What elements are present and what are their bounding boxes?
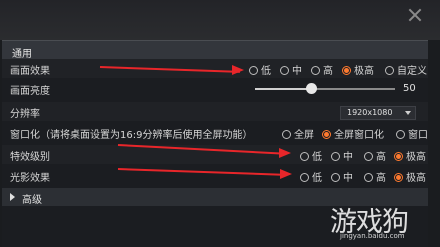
radio-icon	[282, 130, 291, 139]
radio-icon	[300, 152, 309, 161]
resolution-label: 分辨率	[10, 109, 40, 120]
light-shadow-option-high[interactable]: 高	[364, 169, 386, 184]
light-shadow-option-ultra[interactable]: 极高	[394, 169, 426, 184]
picture-effect-label: 画面效果	[10, 66, 50, 77]
annotation-arrowhead-icon	[280, 169, 292, 179]
annotation-arrowhead-icon	[232, 65, 244, 75]
picture-effect-option-high[interactable]: 高	[311, 62, 333, 77]
resolution-dropdown[interactable]: 1920x1080	[340, 106, 416, 120]
light-shadow-option-mid[interactable]: 中	[331, 169, 353, 184]
title-bar	[0, 0, 440, 40]
radio-icon	[396, 130, 405, 139]
row-windowed: 窗口化（请将桌面设置为16:9分辨率后使用全屏功能） 全屏 全屏窗口化 窗口	[2, 123, 428, 142]
row-effect-level: 特效级别 低 中 高 极高	[2, 145, 428, 164]
chevron-down-icon	[405, 111, 411, 115]
light-shadow-label: 光影效果	[10, 173, 50, 184]
radio-icon	[311, 66, 320, 75]
row-light-shadow: 光影效果 低 中 高 极高	[2, 166, 428, 185]
picture-effect-option-low[interactable]: 低	[249, 62, 271, 77]
effect-level-option-high[interactable]: 高	[364, 148, 386, 163]
radio-icon	[364, 173, 373, 182]
section-header-label: 通用	[12, 49, 32, 60]
radio-selected-icon	[394, 152, 403, 161]
effect-level-option-mid[interactable]: 中	[331, 148, 353, 163]
radio-icon	[331, 152, 340, 161]
effect-level-option-ultra[interactable]: 极高	[394, 148, 426, 163]
brightness-label: 画面亮度	[10, 86, 50, 97]
radio-icon	[249, 66, 258, 75]
row-picture-effect: 画面效果 低 中 高 极高 自定义	[2, 59, 428, 78]
windowed-option-borderless[interactable]: 全屏窗口化	[322, 126, 384, 141]
picture-effect-option-mid[interactable]: 中	[280, 62, 302, 77]
windowed-option-window[interactable]: 窗口	[396, 126, 428, 141]
radio-selected-icon	[394, 173, 403, 182]
radio-selected-icon	[342, 66, 351, 75]
advanced-label: 高级	[22, 195, 42, 206]
close-icon[interactable]	[408, 8, 422, 22]
expand-triangle-icon	[10, 193, 15, 201]
brightness-slider-track[interactable]	[255, 88, 395, 90]
radio-icon	[331, 173, 340, 182]
radio-icon	[300, 173, 309, 182]
windowed-label: 窗口化（请将桌面设置为16:9分辨率后使用全屏功能）	[10, 130, 253, 141]
effect-level-label: 特效级别	[10, 152, 50, 163]
radio-icon	[364, 152, 373, 161]
picture-effect-option-ultra[interactable]: 极高	[342, 62, 374, 77]
brightness-slider-fill	[255, 88, 311, 90]
brightness-slider-thumb[interactable]	[306, 83, 317, 94]
windowed-option-fullscreen[interactable]: 全屏	[282, 126, 314, 141]
effect-level-option-low[interactable]: 低	[300, 148, 322, 163]
radio-selected-icon	[322, 130, 331, 139]
watermark-url: jingyan.baidu.com	[340, 232, 405, 240]
annotation-arrowhead-icon	[279, 148, 291, 158]
light-shadow-option-low[interactable]: 低	[300, 169, 322, 184]
radio-icon	[385, 66, 394, 75]
picture-effect-option-custom[interactable]: 自定义	[385, 62, 427, 77]
radio-icon	[280, 66, 289, 75]
resolution-value: 1920x1080	[347, 108, 393, 117]
brightness-value: 50	[403, 83, 416, 94]
section-header-general: 通用	[2, 40, 428, 60]
